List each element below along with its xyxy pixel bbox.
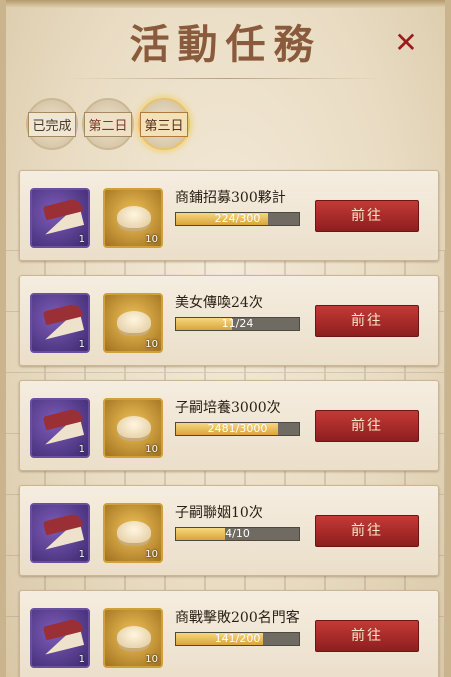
task-row: 1 10 美女傳喚24次 11/24 前往 — [19, 275, 439, 366]
go-button[interactable]: 前往 — [315, 620, 419, 652]
header: 活動任務 — [6, 14, 445, 79]
cake-icon[interactable]: 1 — [30, 503, 90, 563]
tab-day-three[interactable]: 第三日 — [138, 98, 190, 150]
silver-ingot-icon[interactable]: 10 — [103, 608, 163, 668]
task-name: 美女傳喚24次 — [175, 295, 263, 311]
progress-bar: 2481/3000 — [175, 422, 300, 436]
task-row: 1 10 子嗣培養3000次 2481/3000 前往 — [19, 380, 439, 471]
task-name: 子嗣培養3000次 — [175, 400, 281, 416]
close-icon[interactable]: ✕ — [393, 29, 419, 57]
go-button[interactable]: 前往 — [315, 200, 419, 232]
reward-quantity: 10 — [145, 234, 158, 245]
go-button[interactable]: 前往 — [315, 410, 419, 442]
reward-quantity: 1 — [78, 549, 85, 560]
progress-text: 141/200 — [214, 632, 261, 645]
tab-label: 第二日 — [84, 111, 132, 137]
page-title: 活動任務 — [129, 21, 322, 68]
progress-text: 11/24 — [221, 317, 254, 330]
cake-icon[interactable]: 1 — [30, 188, 90, 248]
task-list: 1 10 商鋪招募300夥計 224/300 前往 1 10 美女傳喚24次 1… — [19, 170, 439, 677]
reward-quantity: 1 — [78, 654, 85, 665]
cake-icon[interactable]: 1 — [30, 608, 90, 668]
task-row: 1 10 子嗣聯姻10次 4/10 前往 — [19, 485, 439, 576]
progress-text: 2481/3000 — [207, 422, 268, 435]
go-button[interactable]: 前往 — [315, 515, 419, 547]
tab-completed[interactable]: 已完成 — [26, 98, 78, 150]
silver-ingot-icon[interactable]: 10 — [103, 188, 163, 248]
silver-ingot-icon[interactable]: 10 — [103, 293, 163, 353]
ingot-shape — [117, 521, 151, 543]
ingot-shape — [117, 626, 151, 648]
reward-quantity: 10 — [145, 444, 158, 455]
reward-quantity: 1 — [78, 444, 85, 455]
progress-bar: 141/200 — [175, 632, 300, 646]
cake-icon[interactable]: 1 — [30, 293, 90, 353]
task-row: 1 10 商戰擊敗200名門客 141/200 前往 — [19, 590, 439, 677]
ingot-shape — [117, 206, 151, 228]
day-tabs: 已完成 第二日 第三日 — [26, 98, 190, 150]
tab-label: 已完成 — [28, 111, 76, 137]
task-name: 商鋪招募300夥計 — [175, 190, 286, 206]
title-divider — [66, 78, 385, 79]
silver-ingot-icon[interactable]: 10 — [103, 398, 163, 458]
scroll-panel: 活動任務 ✕ 已完成 第二日 第三日 1 10 商鋪招募300夥計 224/30… — [0, 0, 451, 677]
progress-bar: 224/300 — [175, 212, 300, 226]
cake-icon[interactable]: 1 — [30, 398, 90, 458]
reward-quantity: 1 — [78, 339, 85, 350]
progress-text: 224/300 — [214, 212, 261, 225]
ingot-shape — [117, 416, 151, 438]
reward-quantity: 1 — [78, 234, 85, 245]
progress-bar: 4/10 — [175, 527, 300, 541]
ingot-shape — [117, 311, 151, 333]
reward-quantity: 10 — [145, 549, 158, 560]
progress-text: 4/10 — [225, 527, 250, 540]
task-name: 商戰擊敗200名門客 — [175, 610, 300, 626]
task-row: 1 10 商鋪招募300夥計 224/300 前往 — [19, 170, 439, 261]
tab-day-two[interactable]: 第二日 — [82, 98, 134, 150]
progress-bar: 11/24 — [175, 317, 300, 331]
reward-quantity: 10 — [145, 654, 158, 665]
go-button[interactable]: 前往 — [315, 305, 419, 337]
tab-label: 第三日 — [140, 111, 188, 137]
silver-ingot-icon[interactable]: 10 — [103, 503, 163, 563]
task-name: 子嗣聯姻10次 — [175, 505, 263, 521]
reward-quantity: 10 — [145, 339, 158, 350]
